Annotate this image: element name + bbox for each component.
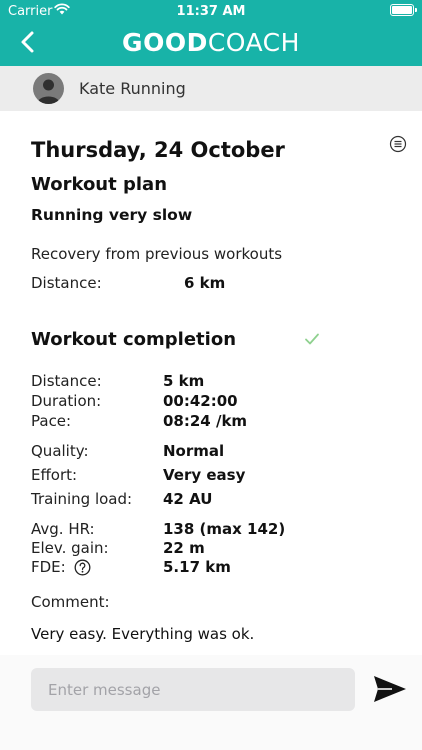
completion-value: 22 m: [163, 539, 205, 557]
app-header: Carrier 11:37 AM GOODCOACH: [0, 0, 422, 66]
plan-distance-value: 6 km: [184, 274, 226, 292]
plan-description: Recovery from previous workouts: [31, 245, 283, 263]
battery-icon: [390, 4, 417, 16]
completion-value: 00:42:00: [163, 392, 238, 410]
logo-bold-text: GOOD: [122, 28, 208, 57]
completion-label: Pace:: [31, 412, 72, 430]
completion-label: Elev. gain:: [31, 539, 109, 557]
completion-label: Quality:: [31, 442, 89, 460]
comment-text: Very easy. Everything was ok.: [31, 625, 255, 643]
avatar: [33, 73, 64, 104]
logo-light-text: COACH: [207, 28, 300, 57]
completion-value: 5.17 km: [163, 558, 231, 576]
completion-label: Duration:: [31, 392, 102, 410]
athlete-bar[interactable]: Kate Running: [0, 66, 422, 111]
list-menu-icon[interactable]: [389, 135, 407, 153]
completion-value: Normal: [163, 442, 225, 460]
user-silhouette-icon: [37, 79, 60, 104]
completion-label: Avg. HR:: [31, 520, 95, 538]
status-bar: Carrier 11:37 AM: [0, 0, 422, 24]
plan-title: Running very slow: [31, 206, 193, 224]
app-logo: GOODCOACH: [0, 28, 422, 57]
completion-label: FDE:: [31, 558, 66, 576]
completion-value: 138 (max 142): [163, 520, 286, 538]
completion-value: Very easy: [163, 466, 246, 484]
comment-label: Comment:: [31, 593, 110, 611]
completion-value: 5 km: [163, 372, 205, 390]
completion-label: Training load:: [31, 490, 133, 508]
message-input[interactable]: [31, 668, 355, 711]
plan-distance-label: Distance:: [31, 274, 102, 292]
completion-label: Effort:: [31, 466, 78, 484]
completion-label: Distance:: [31, 372, 102, 390]
athlete-name: Kate Running: [79, 79, 186, 98]
help-icon[interactable]: [74, 559, 91, 576]
workout-date: Thursday, 24 October: [31, 138, 285, 162]
completion-heading: Workout completion: [31, 329, 237, 350]
completion-value: 42 AU: [163, 490, 213, 508]
completion-value: 08:24 /km: [163, 412, 248, 430]
clock: 11:37 AM: [176, 4, 246, 19]
checkmark-icon: [305, 333, 319, 345]
send-icon[interactable]: [372, 674, 408, 704]
plan-heading: Workout plan: [31, 174, 168, 195]
